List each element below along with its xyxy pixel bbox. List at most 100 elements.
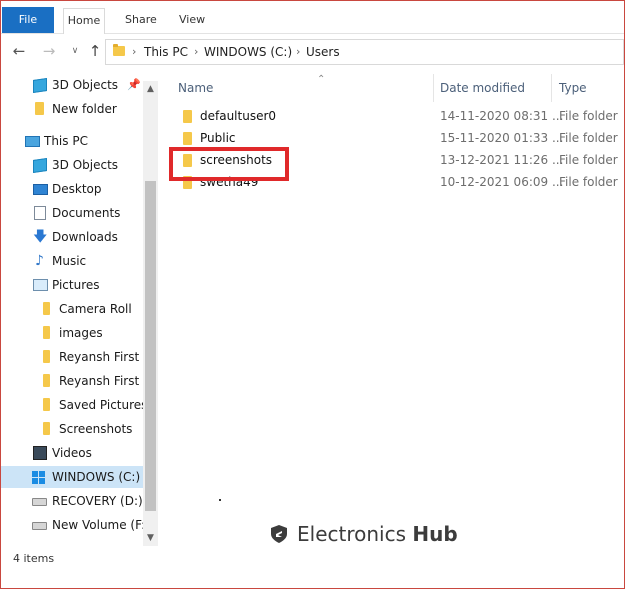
folder-icon bbox=[43, 350, 50, 363]
nav-item-this-pc[interactable]: This PC bbox=[1, 130, 143, 152]
tab-file[interactable]: File bbox=[2, 7, 54, 33]
nav-item-pictures[interactable]: Pictures bbox=[1, 274, 143, 296]
folder-icon bbox=[113, 44, 125, 56]
nav-item-new-volume-f[interactable]: New Volume (F:) bbox=[1, 514, 150, 536]
file-type: File folder bbox=[559, 131, 618, 145]
tab-share[interactable]: Share bbox=[125, 8, 157, 32]
nav-item-label: Videos bbox=[52, 446, 92, 460]
nav-item-label: Screenshots bbox=[59, 422, 133, 436]
nav-item-recovery-d[interactable]: RECOVERY (D:) bbox=[1, 490, 143, 512]
status-item-count: 4 items bbox=[13, 552, 55, 565]
folder-icon bbox=[43, 374, 50, 387]
nav-item-label: images bbox=[59, 326, 103, 340]
navigation-pane-scrollbar[interactable]: ▲ ▼ bbox=[143, 81, 158, 546]
nav-item-label: WINDOWS (C:) bbox=[52, 470, 141, 484]
nav-item-label: Saved Pictures bbox=[59, 398, 148, 412]
nav-item-label: Pictures bbox=[52, 278, 100, 292]
table-row[interactable]: defaultuser0 14-11-2020 08:31 ... File f… bbox=[167, 105, 624, 127]
watermark-brand-regular: Electronics bbox=[297, 522, 407, 546]
file-explorer-window: File Home Share View ← → ∨ ↑ › This PC ›… bbox=[0, 0, 625, 589]
column-header-type[interactable]: Type bbox=[559, 74, 624, 102]
highlight-annotation-box bbox=[169, 147, 289, 181]
folder-icon bbox=[43, 302, 50, 315]
address-bar[interactable]: › This PC › WINDOWS (C:) › Users bbox=[105, 39, 624, 65]
file-type: File folder bbox=[559, 175, 618, 189]
file-date: 10-12-2021 06:09 ... bbox=[440, 175, 564, 189]
nav-item-label: Downloads bbox=[52, 230, 118, 244]
navigation-pane: 3D Objects 📌 New folder This PC 3D Objec… bbox=[1, 69, 158, 547]
pin-icon[interactable]: 📌 bbox=[127, 74, 141, 96]
nav-item-label: Reyansh First Bi bbox=[59, 350, 155, 364]
forward-arrow-icon[interactable]: → bbox=[39, 41, 59, 61]
nav-item-camera-roll[interactable]: Camera Roll bbox=[1, 298, 143, 320]
column-header-label: Date modified bbox=[440, 81, 526, 95]
nav-item-downloads[interactable]: 🡇 Downloads bbox=[1, 226, 143, 248]
nav-item-label: Desktop bbox=[52, 182, 102, 196]
desktop-icon bbox=[33, 184, 48, 195]
pc-icon bbox=[25, 136, 40, 147]
nav-item-label: New folder bbox=[52, 102, 117, 116]
folder-icon bbox=[35, 102, 44, 115]
download-icon: 🡇 bbox=[33, 229, 48, 245]
shield-icon bbox=[271, 525, 287, 543]
cube-icon bbox=[33, 158, 47, 173]
column-divider[interactable] bbox=[551, 74, 552, 102]
file-name: Public bbox=[200, 131, 236, 145]
column-divider[interactable] bbox=[433, 74, 434, 102]
nav-item-label: Camera Roll bbox=[59, 302, 132, 316]
nav-item-new-folder[interactable]: New folder bbox=[1, 98, 143, 120]
file-type: File folder bbox=[559, 153, 618, 167]
folder-icon bbox=[43, 326, 50, 339]
recent-locations-chevron-icon[interactable]: ∨ bbox=[65, 41, 85, 61]
nav-item-label: Documents bbox=[52, 206, 121, 220]
column-header-name[interactable]: Name ⌃ bbox=[178, 74, 433, 102]
column-header-date[interactable]: Date modified bbox=[440, 74, 550, 102]
nav-item-3d-objects-quick[interactable]: 3D Objects 📌 bbox=[1, 74, 143, 96]
nav-item-images[interactable]: images bbox=[1, 322, 143, 344]
table-row[interactable]: Public 15-11-2020 01:33 ... File folder bbox=[167, 127, 624, 149]
watermark-text: Electronics Hub bbox=[297, 522, 458, 546]
folder-icon bbox=[183, 110, 192, 123]
breadcrumb-windows-c[interactable]: WINDOWS (C:) bbox=[204, 45, 292, 59]
drive-icon bbox=[32, 498, 47, 506]
pictures-icon bbox=[33, 279, 48, 291]
scroll-thumb[interactable] bbox=[145, 181, 156, 511]
column-header-label: Type bbox=[559, 81, 587, 95]
column-header-label: Name bbox=[178, 81, 214, 95]
breadcrumb-this-pc[interactable]: This PC bbox=[144, 45, 188, 59]
file-date: 15-11-2020 01:33 ... bbox=[440, 131, 564, 145]
nav-item-windows-c[interactable]: WINDOWS (C:) bbox=[1, 466, 143, 488]
back-arrow-icon[interactable]: ← bbox=[9, 41, 29, 61]
up-arrow-icon[interactable]: ↑ bbox=[85, 41, 105, 61]
nav-item-label: This PC bbox=[44, 134, 88, 148]
nav-item-label: New Volume (F:) bbox=[52, 518, 150, 532]
stray-dot bbox=[219, 499, 221, 501]
breadcrumb-users[interactable]: Users bbox=[306, 45, 340, 59]
tab-home[interactable]: Home bbox=[63, 8, 105, 34]
nav-item-reyansh-first-2[interactable]: Reyansh First Bi bbox=[1, 370, 155, 392]
nav-item-videos[interactable]: Videos bbox=[1, 442, 143, 464]
nav-item-label: Reyansh First Bi bbox=[59, 374, 155, 388]
ribbon: File Home Share View bbox=[1, 1, 624, 34]
scroll-up-icon[interactable]: ▲ bbox=[143, 81, 158, 97]
videos-icon bbox=[33, 446, 47, 460]
watermark-brand-bold: Hub bbox=[412, 522, 458, 546]
nav-item-label: RECOVERY (D:) bbox=[52, 494, 143, 508]
navigation-bar: ← → ∨ ↑ › This PC › WINDOWS (C:) › Users bbox=[1, 35, 624, 69]
folder-icon bbox=[43, 422, 50, 435]
folder-icon bbox=[43, 398, 50, 411]
nav-item-label: 3D Objects bbox=[52, 158, 119, 172]
nav-item-desktop[interactable]: Desktop bbox=[1, 178, 143, 200]
windows-drive-icon bbox=[32, 471, 46, 484]
nav-item-3d-objects[interactable]: 3D Objects bbox=[1, 154, 143, 176]
nav-item-documents[interactable]: Documents bbox=[1, 202, 143, 224]
nav-item-saved-pictures[interactable]: Saved Pictures bbox=[1, 394, 147, 416]
nav-item-screenshots[interactable]: Screenshots bbox=[1, 418, 143, 440]
tab-view[interactable]: View bbox=[179, 8, 205, 32]
scroll-down-icon[interactable]: ▼ bbox=[143, 530, 158, 546]
breadcrumb-separator-icon: › bbox=[194, 45, 199, 58]
nav-item-music[interactable]: ♪ Music bbox=[1, 250, 143, 272]
nav-item-reyansh-first-1[interactable]: Reyansh First Bi bbox=[1, 346, 155, 368]
documents-icon bbox=[34, 206, 46, 220]
sort-ascending-icon: ⌃ bbox=[317, 74, 326, 85]
